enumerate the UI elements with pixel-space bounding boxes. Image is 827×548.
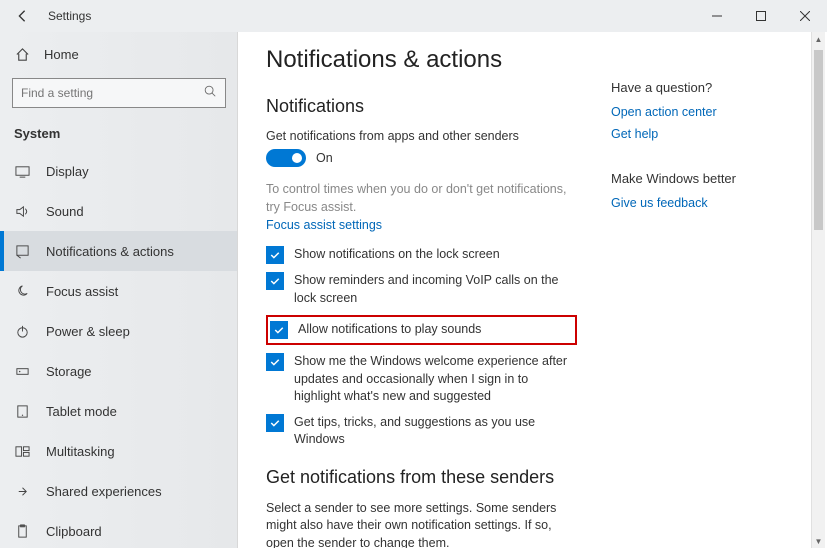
checkbox-voip[interactable]: Show reminders and incoming VoIP calls o…	[266, 272, 577, 307]
open-action-center-link[interactable]: Open action center	[611, 105, 781, 119]
make-windows-better-heading: Make Windows better	[611, 171, 781, 186]
sidebar-item-label: Shared experiences	[46, 484, 162, 499]
scroll-down-icon[interactable]: ▼	[812, 534, 825, 548]
get-help-link[interactable]: Get help	[611, 127, 781, 141]
sidebar-item-label: Power & sleep	[46, 324, 130, 339]
checkbox-label: Allow notifications to play sounds	[298, 321, 481, 339]
senders-description: Select a sender to see more settings. So…	[266, 500, 577, 548]
search-input[interactable]	[21, 86, 203, 100]
clipboard-icon	[14, 524, 30, 539]
main-content: Notifications & actions Notifications Ge…	[238, 32, 827, 548]
power-icon	[14, 324, 30, 339]
focus-assist-icon	[14, 284, 30, 299]
sidebar-item-label: Multitasking	[46, 444, 115, 459]
sidebar-item-multitasking[interactable]: Multitasking	[0, 431, 238, 471]
close-button[interactable]	[783, 0, 827, 32]
tablet-icon	[14, 404, 30, 419]
checkbox-icon	[266, 353, 284, 371]
sidebar-home[interactable]: Home	[0, 36, 238, 72]
checkbox-play-sounds[interactable]: Allow notifications to play sounds	[270, 321, 573, 339]
scrollbar[interactable]: ▲ ▼	[811, 32, 825, 548]
sidebar-item-shared-experiences[interactable]: Shared experiences	[0, 471, 238, 511]
window-title: Settings	[48, 9, 91, 23]
get-notifications-label: Get notifications from apps and other se…	[266, 129, 577, 143]
checkbox-icon	[266, 272, 284, 290]
multitasking-icon	[14, 444, 30, 459]
notifications-heading: Notifications	[266, 96, 577, 117]
display-icon	[14, 164, 30, 179]
sidebar: Home System Display Sound Notifications …	[0, 32, 238, 548]
highlight-annotation: Allow notifications to play sounds	[266, 315, 577, 345]
sidebar-home-label: Home	[44, 47, 79, 62]
sidebar-item-label: Notifications & actions	[46, 244, 174, 259]
scroll-up-icon[interactable]: ▲	[812, 32, 825, 46]
checkbox-welcome-experience[interactable]: Show me the Windows welcome experience a…	[266, 353, 577, 406]
storage-icon	[14, 364, 30, 379]
sidebar-item-sound[interactable]: Sound	[0, 191, 238, 231]
checkbox-icon	[266, 414, 284, 432]
checkbox-label: Get tips, tricks, and suggestions as you…	[294, 414, 577, 449]
focus-assist-hint: To control times when you do or don't ge…	[266, 181, 577, 216]
checkbox-label: Show reminders and incoming VoIP calls o…	[294, 272, 577, 307]
sidebar-item-focus-assist[interactable]: Focus assist	[0, 271, 238, 311]
sidebar-item-label: Sound	[46, 204, 84, 219]
sidebar-item-clipboard[interactable]: Clipboard	[0, 511, 238, 548]
sidebar-item-tablet-mode[interactable]: Tablet mode	[0, 391, 238, 431]
focus-assist-link[interactable]: Focus assist settings	[266, 218, 577, 232]
page-title: Notifications & actions	[266, 46, 577, 74]
sidebar-item-notifications[interactable]: Notifications & actions	[0, 231, 238, 271]
shared-icon	[14, 484, 30, 499]
search-icon	[203, 84, 217, 103]
checkbox-icon	[270, 321, 288, 339]
sidebar-item-label: Tablet mode	[46, 404, 117, 419]
checkbox-label: Show notifications on the lock screen	[294, 246, 500, 264]
sound-icon	[14, 204, 30, 219]
scrollbar-thumb[interactable]	[814, 50, 823, 230]
checkbox-lock-screen[interactable]: Show notifications on the lock screen	[266, 246, 577, 264]
feedback-link[interactable]: Give us feedback	[611, 196, 781, 210]
back-button[interactable]	[0, 0, 44, 32]
sidebar-item-label: Focus assist	[46, 284, 118, 299]
right-pane: Have a question? Open action center Get …	[611, 80, 781, 240]
notifications-toggle[interactable]	[266, 149, 306, 167]
checkbox-icon	[266, 246, 284, 264]
sidebar-group: System	[0, 120, 238, 151]
sidebar-item-label: Storage	[46, 364, 92, 379]
notifications-toggle-state: On	[316, 151, 333, 165]
notifications-icon	[14, 244, 30, 259]
sidebar-item-power-sleep[interactable]: Power & sleep	[0, 311, 238, 351]
sidebar-item-label: Clipboard	[46, 524, 102, 539]
checkbox-label: Show me the Windows welcome experience a…	[294, 353, 577, 406]
sidebar-item-label: Display	[46, 164, 89, 179]
minimize-button[interactable]	[695, 0, 739, 32]
home-icon	[14, 47, 30, 62]
search-box[interactable]	[12, 78, 226, 108]
sidebar-item-storage[interactable]: Storage	[0, 351, 238, 391]
sidebar-item-display[interactable]: Display	[0, 151, 238, 191]
senders-heading: Get notifications from these senders	[266, 467, 577, 488]
have-question-heading: Have a question?	[611, 80, 781, 95]
checkbox-tips[interactable]: Get tips, tricks, and suggestions as you…	[266, 414, 577, 449]
maximize-button[interactable]	[739, 0, 783, 32]
